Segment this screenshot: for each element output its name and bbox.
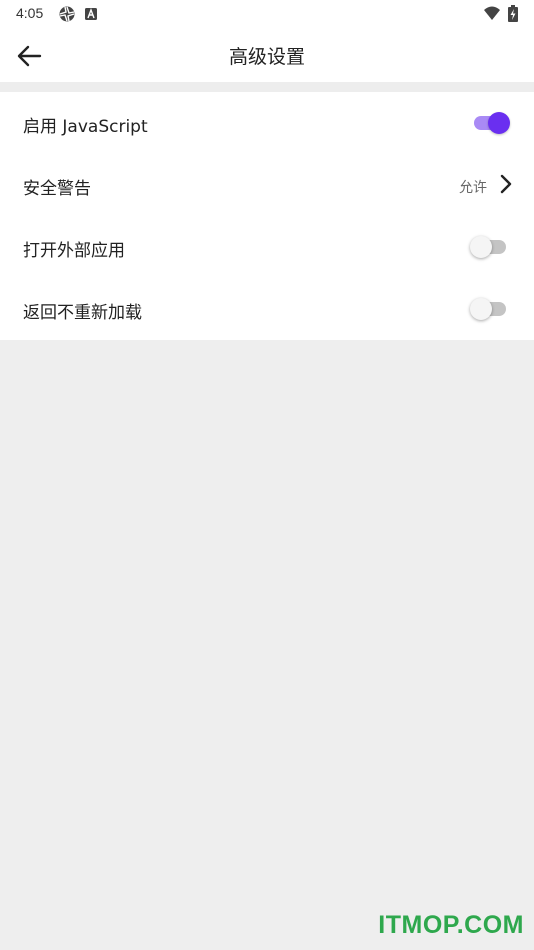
toggle-thumb	[470, 298, 492, 320]
status-bar: 4:05	[0, 0, 534, 28]
setting-label: 安全警告	[23, 179, 91, 199]
app-bar: 高级设置	[0, 28, 534, 82]
status-time: 4:05	[16, 5, 44, 21]
javascript-toggle[interactable]	[472, 112, 510, 134]
setting-label: 返回不重新加载	[23, 303, 142, 323]
setting-row-open-external-app[interactable]: 打开外部应用	[0, 216, 534, 278]
chevron-right-icon	[498, 173, 514, 195]
toggle-thumb	[488, 112, 510, 134]
section-divider	[0, 82, 534, 92]
watermark: ITMOP.COM	[378, 911, 524, 939]
setting-label: 启用 JavaScript	[23, 117, 148, 137]
setting-row-security-warning[interactable]: 安全警告 允许	[0, 154, 534, 216]
setting-row-no-reload-on-back[interactable]: 返回不重新加载	[0, 278, 534, 340]
a-box-icon	[84, 5, 102, 23]
settings-list: 启用 JavaScript 安全警告 允许 打开外部应用 返回不重新加载	[0, 92, 534, 340]
no-reload-on-back-toggle[interactable]	[470, 298, 508, 320]
toggle-thumb	[470, 236, 492, 258]
setting-row-javascript[interactable]: 启用 JavaScript	[0, 92, 534, 154]
page-title: 高级设置	[228, 46, 305, 68]
shutter-icon	[58, 5, 76, 23]
setting-label: 打开外部应用	[23, 241, 125, 261]
battery-charging-icon	[507, 5, 525, 23]
wifi-icon	[483, 5, 501, 23]
setting-value: 允许	[459, 180, 487, 196]
open-external-app-toggle[interactable]	[470, 236, 508, 258]
